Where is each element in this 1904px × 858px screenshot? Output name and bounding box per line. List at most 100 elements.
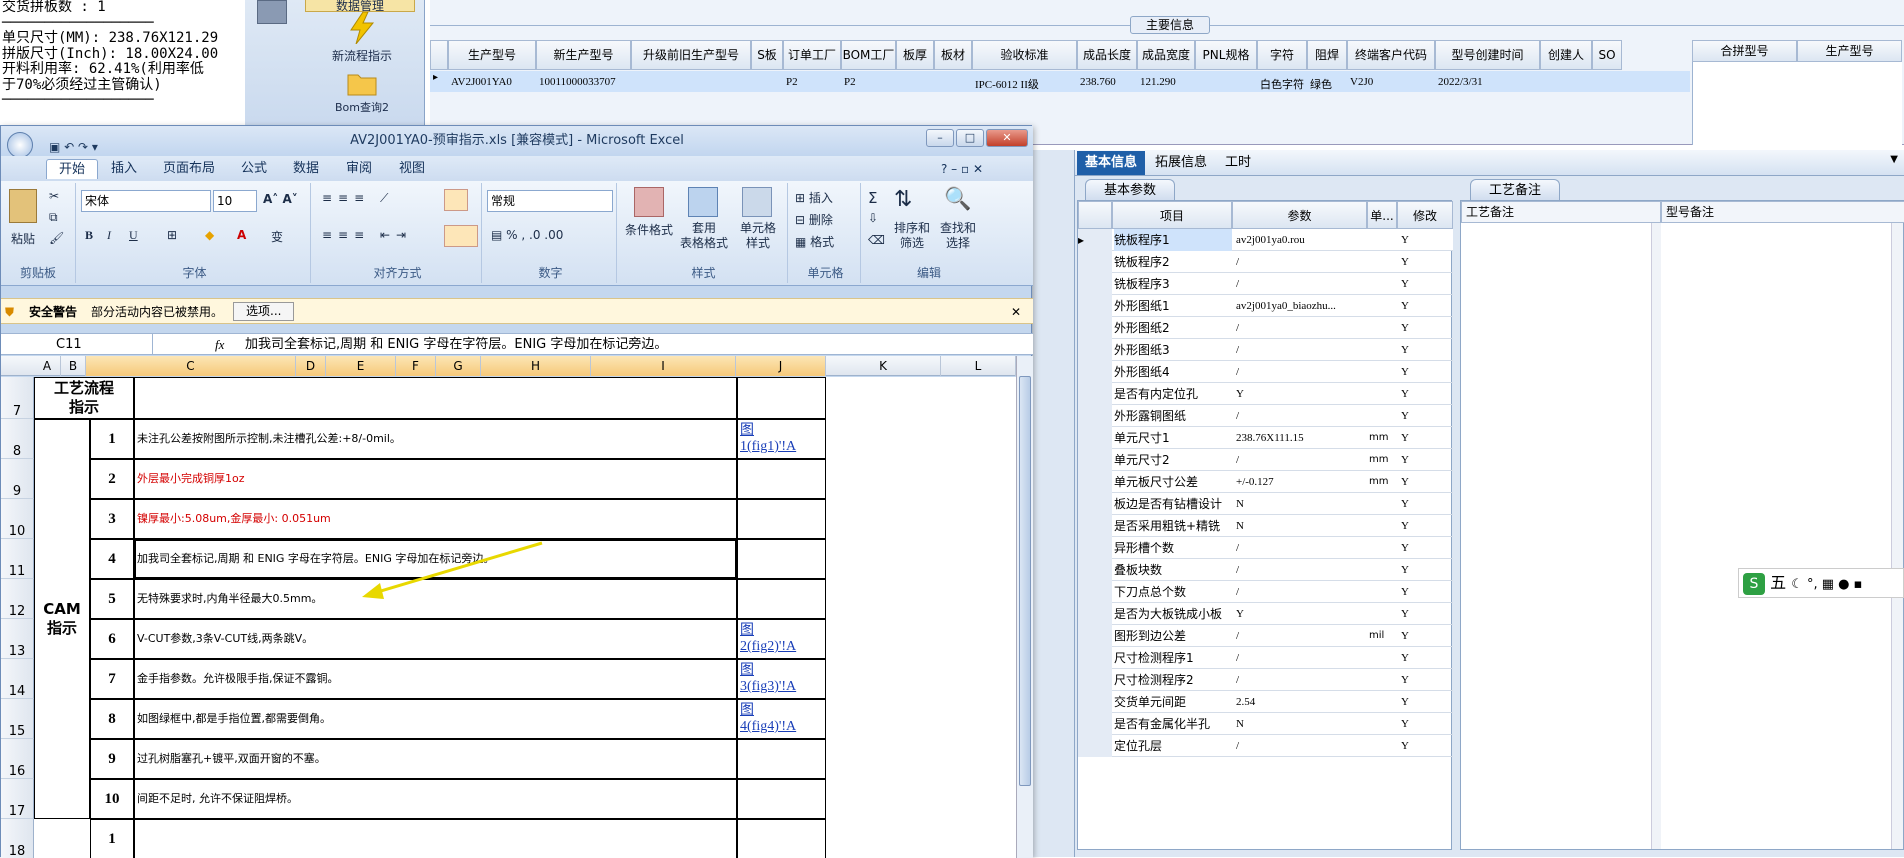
format-cells-button[interactable]: ▦ 格式 (795, 233, 834, 250)
model-notes-scrollbar[interactable] (1891, 223, 1903, 849)
tab-data[interactable]: 数据 (293, 159, 319, 179)
figure-link-cell[interactable]: 图 3(fig3)'!A (737, 659, 826, 699)
tab-insert[interactable]: 插入 (111, 159, 137, 179)
row-header[interactable]: 7 (1, 377, 34, 419)
figure-link-cell[interactable] (737, 819, 826, 858)
col-header[interactable]: SO (1592, 40, 1622, 70)
ime-tools-icon[interactable]: ☾ °, ▦ ● ▪ (1791, 577, 1862, 592)
ime-mode-label[interactable]: 五 (1770, 573, 1786, 592)
formula-input[interactable]: 加我司全套标记,周期 和 ENIG 字母在字符层。ENIG 字母加在标记旁边。 (245, 334, 667, 356)
close-button[interactable]: ✕ (986, 129, 1028, 147)
col-header[interactable]: 阻焊 (1307, 40, 1347, 70)
column-header-e[interactable]: E (326, 356, 396, 376)
param-row[interactable]: 异形槽个数 / Y (1078, 537, 1453, 559)
vertical-align-icons[interactable]: ≡≡≡ ⟋ (322, 191, 394, 206)
help-icon[interactable]: ? – ▫ ✕ (941, 159, 983, 179)
process-notes-header[interactable]: 工艺备注 (1461, 201, 1661, 223)
grid-cell[interactable]: 121.290 (1140, 76, 1198, 88)
col-header[interactable]: BOM工厂 (841, 40, 896, 70)
instruction-cell[interactable]: 间距不足时, 允许不保证阻焊桥。 (134, 779, 737, 819)
param-row[interactable]: 图形到边公差 / mil Y (1078, 625, 1453, 647)
maximize-button[interactable]: □ (956, 129, 984, 147)
model-notes-header[interactable]: 型号备注 (1661, 201, 1904, 223)
new-process-button[interactable]: 新流程指示 (307, 11, 417, 67)
italic-button[interactable]: I (107, 228, 111, 243)
col-header[interactable]: 字符 (1257, 40, 1307, 70)
param-row[interactable]: 是否有金属化半孔 N Y (1078, 713, 1453, 735)
col-header[interactable]: 成品长度 (1077, 40, 1137, 70)
column-header-a[interactable]: A (34, 356, 61, 376)
col-header[interactable]: 板厚 (896, 40, 934, 70)
param-row[interactable]: 尺寸检测程序1 / Y (1078, 647, 1453, 669)
figure-link-cell[interactable] (737, 539, 826, 579)
bold-button[interactable]: B (85, 228, 93, 243)
instruction-cell[interactable]: 过孔树脂塞孔+镀平,双面开窗的不塞。 (134, 739, 737, 779)
merge-center-icon[interactable] (444, 225, 478, 247)
process-header-cell[interactable]: 工艺流程 指示 (34, 377, 134, 419)
param-row[interactable]: 铣板程序3 / Y (1078, 273, 1453, 295)
param-row[interactable]: 外形露铜图纸 / Y (1078, 405, 1453, 427)
row-number-cell[interactable]: 5 (90, 579, 134, 619)
delete-cells-button[interactable]: ⊟ 删除 (795, 211, 833, 228)
tab-extended-info[interactable]: 拓展信息 (1147, 151, 1215, 175)
row-number-cell[interactable]: 10 (90, 779, 134, 819)
row-number-cell[interactable]: 9 (90, 739, 134, 779)
figure-link-cell[interactable]: 图 4(fig4)'!A (737, 699, 826, 739)
notes-scrollbar[interactable] (1651, 223, 1661, 849)
find-select-icon[interactable]: 🔍 (944, 187, 971, 212)
row-header[interactable]: 11 (1, 539, 34, 579)
tab-review[interactable]: 审阅 (346, 159, 372, 179)
app-icon[interactable] (257, 0, 287, 24)
col-header[interactable]: 成品宽度 (1137, 40, 1195, 70)
copy-icon[interactable]: ⧉ (49, 210, 58, 225)
grid-cell[interactable]: V2J0 (1350, 76, 1438, 88)
row-header[interactable]: 17 (1, 779, 34, 819)
param-row[interactable]: 单元尺寸2 / mm Y (1078, 449, 1453, 471)
office-button-icon[interactable] (7, 132, 33, 158)
grid-cell[interactable]: IPC-6012 II级 (975, 76, 1080, 92)
param-row[interactable]: 单元板尺寸公差 +/-0.127 mm Y (1078, 471, 1453, 493)
number-format-select[interactable]: 常规 (487, 190, 613, 212)
table-format-icon[interactable] (688, 187, 718, 217)
number-format-icons[interactable]: ▤ % , .0 .00 (491, 228, 563, 242)
insert-cells-button[interactable]: ⊞ 插入 (795, 189, 833, 206)
merge-model-header[interactable]: 合拼型号 (1692, 40, 1797, 62)
row-number-cell[interactable]: 1 (90, 419, 134, 459)
cell-style-button[interactable]: 单元格 样式 (740, 221, 776, 251)
scroll-thumb[interactable] (1019, 376, 1031, 786)
fill-color-icon[interactable]: ◆ (205, 228, 214, 242)
instruction-cell[interactable]: 如图绿框中,都是手指位置,都需要倒角。 (134, 699, 737, 739)
row-number-cell[interactable]: 1 (90, 819, 134, 858)
row-number-cell[interactable]: 3 (90, 499, 134, 539)
param-row[interactable]: 板边是否有钻槽设计 N Y (1078, 493, 1453, 515)
tab-home[interactable]: 开始 (46, 159, 99, 179)
grid-cell[interactable]: 238.760 (1080, 76, 1140, 88)
tab-view[interactable]: 视图 (399, 159, 425, 179)
col-header[interactable]: 升级前旧生产型号 (631, 40, 751, 70)
column-header-g[interactable]: G (436, 356, 481, 376)
close-warning-icon[interactable]: ✕ (1011, 299, 1021, 325)
tab-basic-params[interactable]: 基本参数 (1085, 179, 1176, 201)
col-header[interactable]: 创建人 (1540, 40, 1592, 70)
conditional-format-button[interactable]: 条件格式 (625, 221, 673, 238)
param-row[interactable]: 单元尺寸1 238.76X111.15 mm Y (1078, 427, 1453, 449)
grid-cell[interactable]: AV2J001YA0 (451, 76, 539, 88)
font-color-icon[interactable]: A (237, 228, 246, 242)
grid-cell[interactable]: 2022/3/31 (1438, 76, 1543, 88)
param-row[interactable]: ▸ 铣板程序1 av2j001ya0.rou Y (1078, 229, 1453, 251)
col-header[interactable]: 生产型号 (448, 40, 536, 70)
format-painter-icon[interactable]: 🖌 (49, 231, 64, 245)
col-modify-header[interactable]: 修改 (1397, 201, 1453, 229)
header-blank-cell[interactable] (737, 377, 826, 419)
row-header[interactable]: 9 (1, 459, 34, 499)
col-header[interactable]: 新生产型号 (536, 40, 631, 70)
col-header[interactable]: PNL规格 (1195, 40, 1257, 70)
row-number-cell[interactable]: 6 (90, 619, 134, 659)
tab-formulas[interactable]: 公式 (241, 159, 267, 179)
param-row[interactable]: 外形图纸1 av2j001ya0_biaozhu... Y (1078, 295, 1453, 317)
figure-link-cell[interactable]: 图 2(fig2)'!A (737, 619, 826, 659)
row-header[interactable]: 16 (1, 739, 34, 779)
instruction-cell[interactable]: 金手指参数。允许极限手指,保证不露铜。 (134, 659, 737, 699)
col-unit-header[interactable]: 单... (1367, 201, 1397, 229)
param-row[interactable]: 叠板块数 / Y (1078, 559, 1453, 581)
